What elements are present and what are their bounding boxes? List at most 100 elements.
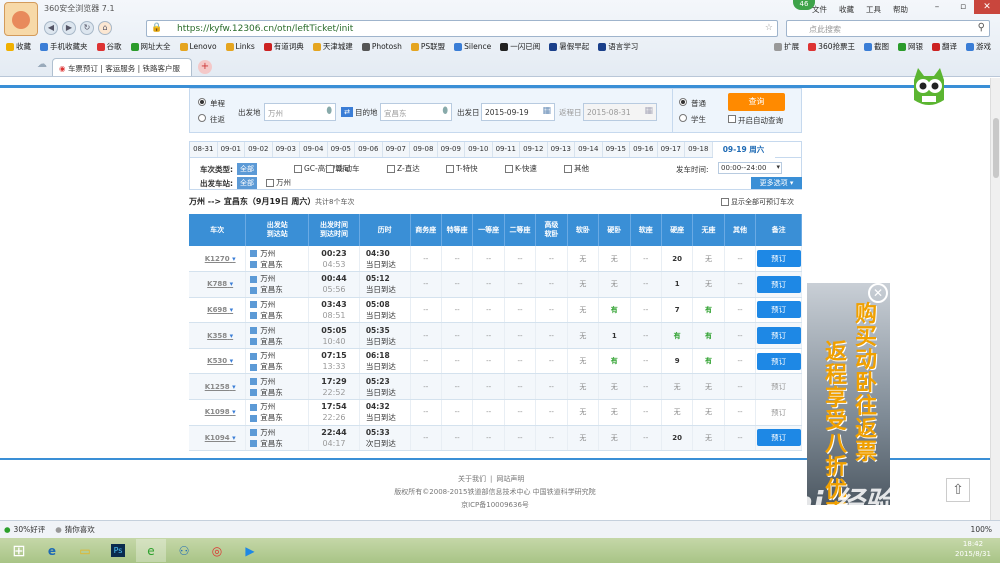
chevron-down-icon[interactable]: ▾ [232, 255, 236, 263]
extension-item[interactable]: 扩展 [774, 41, 799, 52]
date-tab-active[interactable]: 09-19 周六 [712, 141, 775, 158]
bookmark-item[interactable]: 天津城建 [312, 41, 353, 52]
date-tab[interactable]: 08-31 [190, 142, 218, 157]
train-number[interactable]: K1258 ▾ [189, 373, 247, 401]
menu-favorites[interactable]: 收藏 [839, 4, 854, 15]
extension-item[interactable]: 网银 [898, 41, 923, 52]
network-app-icon[interactable]: ⚇ [169, 539, 199, 562]
date-tab[interactable]: 09-07 [382, 142, 410, 157]
forward-icon[interactable]: ▶ [62, 21, 76, 35]
extension-item[interactable]: 翻译 [932, 41, 957, 52]
date-tab[interactable]: 09-11 [492, 142, 520, 157]
menu-file[interactable]: 文件 [812, 4, 827, 15]
calendar-icon[interactable]: ▦ [542, 106, 551, 116]
footer-link-statement[interactable]: 网站声明 [496, 474, 524, 484]
train-type-all[interactable]: 全部 [237, 163, 257, 175]
book-button[interactable]: 预订 [756, 250, 801, 268]
extension-item[interactable]: 截图 [864, 41, 889, 52]
chevron-down-icon[interactable]: ▾ [230, 280, 234, 288]
filter-z[interactable]: Z-直达 [387, 163, 420, 174]
date-tab[interactable]: 09-17 [657, 142, 685, 157]
show-all-checkbox[interactable]: 显示全部可预订车次 [721, 197, 794, 207]
trip-type-oneway[interactable]: 单程 [198, 98, 225, 109]
chevron-down-icon[interactable]: ▾ [232, 383, 236, 391]
search-icon[interactable]: ⚲ [978, 22, 985, 33]
zoom-level[interactable]: 100% [971, 525, 992, 534]
refresh-icon[interactable]: ↻ [80, 21, 94, 35]
date-tab[interactable]: 09-05 [327, 142, 355, 157]
auto-query-checkbox[interactable]: 开启自动查询 [728, 115, 783, 126]
date-tab[interactable]: 09-06 [355, 142, 383, 157]
train-number[interactable]: K1270 ▾ [189, 246, 247, 273]
date-tab[interactable]: 09-13 [547, 142, 575, 157]
status-rating[interactable]: 30%好评 [14, 524, 46, 535]
status-recommend[interactable]: 猜你喜欢 [65, 524, 95, 535]
chevron-down-icon[interactable]: ▾ [230, 332, 234, 340]
back-icon[interactable]: ◀ [44, 21, 58, 35]
bookmark-item[interactable]: 网址大全 [130, 41, 171, 52]
date-tab[interactable]: 09-15 [602, 142, 630, 157]
more-options-button[interactable]: 更多选项 ▾ [751, 177, 802, 189]
bookmark-item[interactable]: 手机收藏夹 [40, 41, 88, 52]
return-date-input[interactable]: 2015-08-31 ▦ [583, 103, 657, 121]
ad-close-icon[interactable]: ✕ [868, 283, 888, 303]
home-icon[interactable]: ⌂ [98, 21, 112, 35]
ie-icon[interactable]: e [37, 539, 67, 562]
from-station-input[interactable]: 万州 ⬮ [264, 103, 336, 121]
owl-mascot[interactable] [910, 66, 948, 110]
cloud-icon[interactable]: ☁ [37, 59, 47, 70]
date-tab[interactable]: 09-09 [437, 142, 465, 157]
bookmark-item[interactable]: Photosh [361, 42, 402, 51]
depart-time-select[interactable]: 00:00--24:00 ▾ [718, 162, 782, 174]
passenger-normal[interactable]: 普通 [679, 98, 706, 109]
search-placeholder[interactable]: 点此搜索 [809, 24, 841, 35]
menu-help[interactable]: 帮助 [893, 4, 908, 15]
system-clock[interactable]: 18:42 2015/8/31 [948, 539, 998, 561]
menu-tools[interactable]: 工具 [866, 4, 881, 15]
address-bar[interactable]: 🔒 https://kyfw.12306.cn/otn/leftTicket/i… [146, 20, 778, 37]
bookmark-item[interactable]: PS联盟 [410, 41, 445, 52]
promo-ad[interactable]: 购买动卧往返票 返程享受八折优惠 [807, 283, 890, 505]
date-tab[interactable]: 09-18 [685, 142, 713, 157]
netease-music-icon[interactable]: ◎ [202, 539, 232, 562]
filter-other[interactable]: 其他 [564, 163, 589, 174]
date-tab[interactable]: 09-03 [272, 142, 300, 157]
bookmark-item[interactable]: Lenovo [179, 42, 217, 51]
video-player-icon[interactable]: ▶ [235, 539, 265, 562]
scroll-top-button[interactable]: ⇧ [946, 478, 970, 502]
swap-stations-icon[interactable]: ⇄ [341, 107, 353, 117]
bookmark-item[interactable]: Links [225, 42, 255, 51]
new-tab-button[interactable]: + [198, 60, 212, 74]
maximize-button[interactable]: ▫ [950, 0, 976, 14]
filter-t[interactable]: T-特快 [446, 163, 478, 174]
file-explorer-icon[interactable]: ▭ [70, 539, 100, 562]
station-filter-all[interactable]: 全部 [237, 177, 257, 189]
bookmark-item[interactable]: 一闪已阅 [500, 41, 540, 52]
chevron-down-icon[interactable]: ▾ [232, 434, 236, 442]
filter-station-wanzhou[interactable]: 万州 [266, 177, 291, 188]
minimize-button[interactable]: – [924, 0, 950, 14]
book-button[interactable]: 预订 [756, 301, 801, 319]
date-tab[interactable]: 09-14 [575, 142, 603, 157]
close-window-button[interactable]: ✕ [974, 0, 1000, 14]
bookmark-item[interactable]: 谷歌 [96, 41, 122, 52]
filter-d[interactable]: D-动车 [326, 163, 359, 174]
bookmark-item[interactable]: Silence [454, 42, 491, 51]
book-button[interactable]: 预订 [756, 429, 801, 447]
chevron-down-icon[interactable]: ▾ [230, 357, 234, 365]
date-tab[interactable]: 09-10 [465, 142, 493, 157]
bookmark-item[interactable]: 收藏 [6, 41, 31, 52]
train-number[interactable]: K530 ▾ [189, 348, 247, 375]
chevron-down-icon[interactable]: ▾ [232, 408, 236, 416]
tab-12306[interactable]: ◉ 车票预订 | 客运服务 | 铁路客户服 [52, 58, 192, 76]
date-tab[interactable]: 09-12 [520, 142, 548, 157]
query-button[interactable]: 查询 [728, 93, 785, 111]
book-button[interactable]: 预订 [756, 352, 801, 370]
360-browser-icon[interactable]: e [136, 539, 166, 562]
train-number[interactable]: K788 ▾ [189, 271, 247, 298]
book-button[interactable]: 预订 [757, 404, 801, 421]
train-number[interactable]: K358 ▾ [189, 322, 247, 349]
chevron-down-icon[interactable]: ▾ [230, 306, 234, 314]
url-text[interactable]: https://kyfw.12306.cn/otn/leftTicket/ini… [177, 24, 353, 34]
bookmark-item[interactable]: 有道词典 [263, 41, 304, 52]
